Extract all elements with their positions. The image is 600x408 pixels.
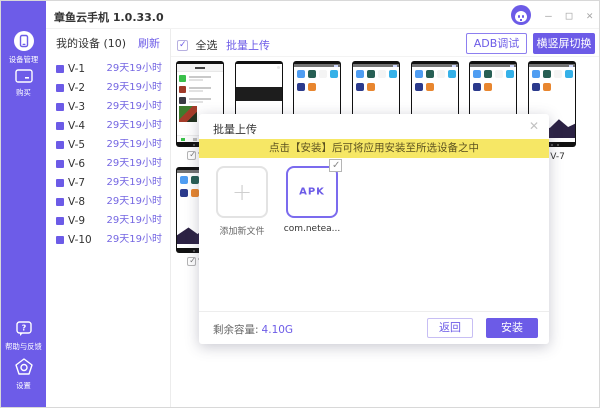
sidebar-item-label: 帮助与反馈 [3, 341, 44, 351]
phone-circle-icon [1, 30, 46, 52]
device-name: V-4 [68, 120, 85, 132]
sidebar-item-label: 购买 [3, 87, 44, 97]
modal-footer: 剩余容量:4.10G 返回 安装 [199, 311, 549, 344]
apk-file-checkbox[interactable] [329, 159, 342, 172]
device-time-remaining: 29天19小时 [107, 78, 162, 97]
rotate-screen-button[interactable]: 横竖屏切换 [533, 33, 595, 54]
refresh-button[interactable]: 刷新 [138, 29, 160, 59]
modal-header: 批量上传 ✕ [199, 114, 549, 139]
device-panel-title: 我的设备 (10) [56, 37, 126, 50]
device-name: V-6 [68, 158, 85, 170]
device-list-item[interactable]: V-7 29天19小时 [46, 173, 170, 192]
adb-debug-button[interactable]: ADB调试 [466, 33, 527, 54]
modal-title: 批量上传 [213, 121, 257, 137]
capacity-label: 剩余容量: [213, 324, 259, 336]
batch-upload-modal: 批量上传 ✕ 点击【安装】后可将应用安装至所选设备之中 + APK 添加新文件 … [199, 114, 549, 344]
device-square-icon [56, 236, 64, 244]
gear-icon [1, 356, 46, 378]
install-button[interactable]: 安装 [486, 318, 538, 338]
device-name: V-9 [68, 215, 85, 227]
add-file-button[interactable]: + [216, 166, 268, 218]
device-list-item[interactable]: V-3 29天19小时 [46, 97, 170, 116]
device-name: V-5 [68, 139, 85, 151]
device-list-item[interactable]: V-4 29天19小时 [46, 116, 170, 135]
sidebar-item-help-feedback[interactable]: ? 帮助与反馈 [1, 319, 46, 352]
device-name: V-10 [68, 234, 92, 246]
back-button[interactable]: 返回 [427, 318, 473, 338]
device-time-remaining: 29天19小时 [107, 59, 162, 78]
device-square-icon [56, 103, 64, 111]
minimize-button[interactable]: – [545, 10, 552, 21]
app-window: 设备管理 购买 ? 帮助与反馈 [0, 0, 600, 408]
device-list-item[interactable]: V-2 29天19小时 [46, 78, 170, 97]
device-time-remaining: 29天19小时 [107, 97, 162, 116]
device-list-item[interactable]: V-1 29天19小时 [46, 59, 170, 78]
apk-file-name: com.netea... [282, 224, 342, 234]
device-square-icon [56, 65, 64, 73]
sidebar-item-label: 设备管理 [3, 54, 44, 64]
main-area: 全选 批量上传 ADB调试 横竖屏切换 批量上传 ✕ 点击【安装】后可将应用安装… [171, 29, 599, 407]
modal-notice: 点击【安装】后可将应用安装至所选设备之中 [199, 139, 549, 158]
device-square-icon [56, 122, 64, 130]
wallet-icon [1, 67, 46, 85]
sidebar-item-device-management[interactable]: 设备管理 [1, 30, 46, 65]
device-square-icon [56, 84, 64, 92]
octopus-support-icon[interactable] [511, 5, 531, 25]
capacity-value: 4.10G [262, 324, 294, 336]
device-name: V-8 [68, 196, 85, 208]
svg-text:?: ? [21, 324, 26, 333]
device-time-remaining: 29天19小时 [107, 173, 162, 192]
device-grid-name: V-7 [550, 152, 565, 162]
question-bubble-icon: ? [1, 319, 46, 339]
select-all-checkbox[interactable] [177, 40, 188, 51]
device-list-item[interactable]: V-9 29天19小时 [46, 211, 170, 230]
device-name: V-3 [68, 101, 85, 113]
device-name: V-7 [68, 177, 85, 189]
device-square-icon [56, 160, 64, 168]
titlebar: 章鱼云手机 1.0.33.0 – □ ✕ [46, 1, 600, 29]
sidebar: 设备管理 购买 ? 帮助与反馈 [1, 1, 46, 407]
device-name: V-2 [68, 82, 85, 94]
select-all-label: 全选 [196, 39, 218, 52]
apk-file-card[interactable]: APK [286, 166, 338, 218]
capacity-text: 剩余容量:4.10G [213, 322, 293, 337]
device-time-remaining: 29天19小时 [107, 192, 162, 211]
device-name: V-1 [68, 63, 85, 75]
maximize-button[interactable]: □ [566, 10, 573, 21]
device-select-checkbox[interactable] [187, 151, 196, 160]
device-list: V-1 29天19小时 V-2 29天19小时 V-3 29天19小时 V-4 29天19小时… [46, 59, 170, 249]
plus-icon: + [232, 178, 252, 206]
select-all[interactable]: 全选 [177, 37, 218, 53]
device-time-remaining: 29天19小时 [107, 154, 162, 173]
app-title: 章鱼云手机 1.0.33.0 [54, 9, 164, 25]
device-square-icon [56, 179, 64, 187]
device-grid: 批量上传 ✕ 点击【安装】后可将应用安装至所选设备之中 + APK 添加新文件 … [171, 57, 599, 407]
device-panel-header: 我的设备 (10) 刷新 [46, 29, 170, 59]
device-list-item[interactable]: V-6 29天19小时 [46, 154, 170, 173]
device-time-remaining: 29天19小时 [107, 135, 162, 154]
device-select-checkbox[interactable] [187, 257, 196, 266]
device-panel: 我的设备 (10) 刷新 V-1 29天19小时 V-2 29天19小时 V-3 29天1… [46, 29, 171, 407]
apk-badge: APK [288, 187, 336, 198]
modal-close-icon[interactable]: ✕ [529, 119, 539, 133]
toolbar: 全选 批量上传 ADB调试 横竖屏切换 [171, 29, 599, 57]
close-button[interactable]: ✕ [586, 10, 593, 21]
sidebar-item-purchase[interactable]: 购买 [1, 67, 46, 98]
device-time-remaining: 29天19小时 [107, 211, 162, 230]
device-square-icon [56, 198, 64, 206]
device-square-icon [56, 141, 64, 149]
sidebar-item-settings[interactable]: 设置 [1, 356, 46, 391]
device-list-item[interactable]: V-10 29天19小时 [46, 230, 170, 249]
device-list-item[interactable]: V-5 29天19小时 [46, 135, 170, 154]
add-file-label: 添加新文件 [212, 224, 272, 237]
batch-upload-link[interactable]: 批量上传 [226, 37, 270, 53]
device-time-remaining: 29天19小时 [107, 230, 162, 249]
device-list-item[interactable]: V-8 29天19小时 [46, 192, 170, 211]
device-time-remaining: 29天19小时 [107, 116, 162, 135]
device-square-icon [56, 217, 64, 225]
sidebar-item-label: 设置 [3, 380, 44, 390]
